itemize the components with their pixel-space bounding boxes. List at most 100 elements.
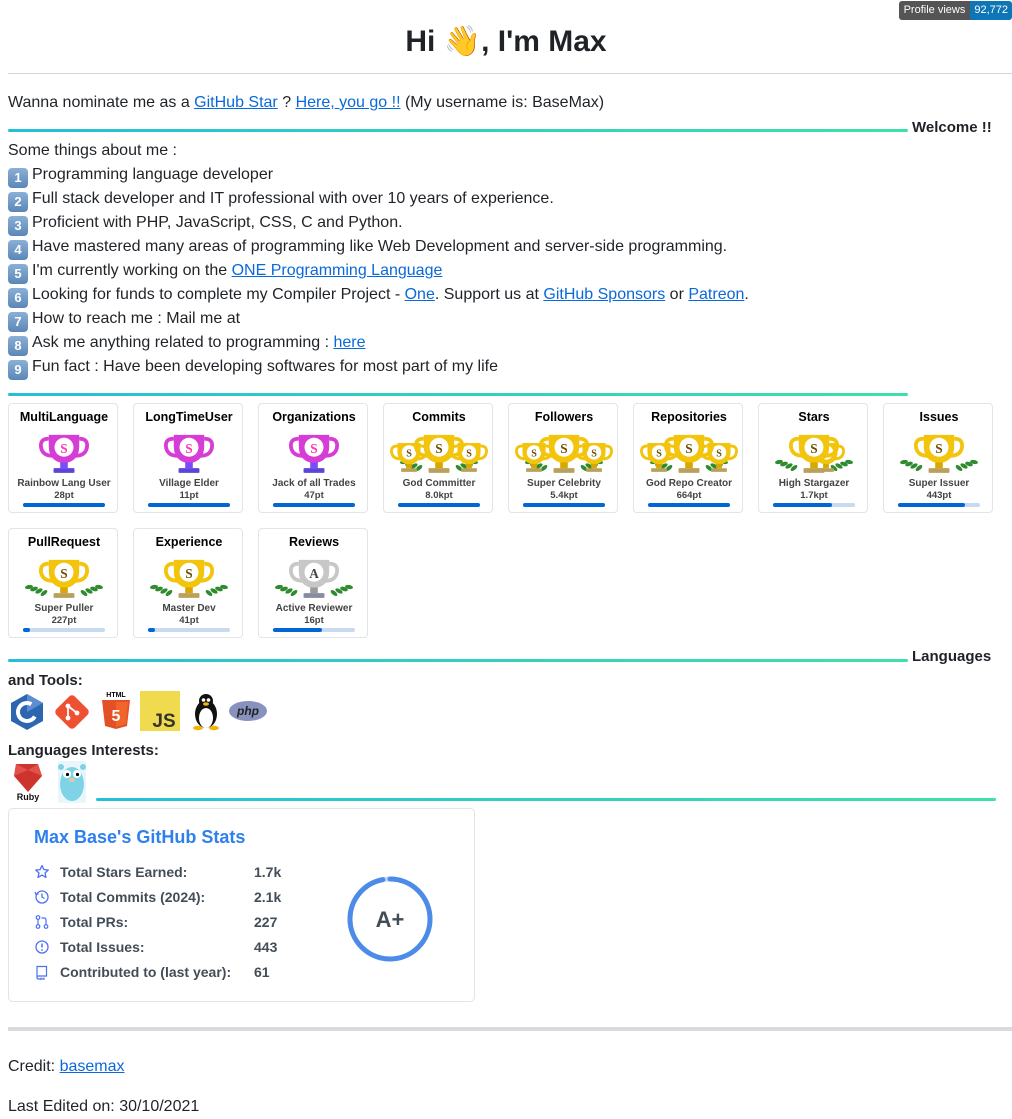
svg-text:S: S xyxy=(531,449,537,460)
about-item-text: How to reach me : Mail me at xyxy=(32,310,241,327)
trophy-title: Issues xyxy=(919,410,959,424)
trophy-progress xyxy=(148,503,230,507)
trophy-cup-icon: S xyxy=(25,559,103,598)
about-item-text: Proficient with PHP, JavaScript, CSS, C … xyxy=(32,214,403,231)
svg-text:S: S xyxy=(60,566,67,581)
trophy-progress-fill xyxy=(273,628,323,632)
trophy-points: 227pt xyxy=(51,615,77,626)
github-sponsors-link[interactable]: GitHub Sponsors xyxy=(543,286,665,303)
nominate-middle: ? xyxy=(277,94,296,111)
trophy-card-pullrequest[interactable]: PullRequest S Super Puller 227pt xyxy=(8,528,118,638)
stat-row-issues: Total Issues: 443 xyxy=(34,937,314,957)
svg-text:S: S xyxy=(185,566,192,581)
one-project-link[interactable]: One xyxy=(405,286,435,303)
rank-circle: A+ xyxy=(347,876,433,962)
trophy-title: PullRequest xyxy=(27,535,101,549)
trophy-points: 41pt xyxy=(179,615,199,626)
svg-text:HTML: HTML xyxy=(106,692,126,699)
stat-row-stars: Total Stars Earned: 1.7k xyxy=(34,862,314,882)
ruby-logo-icon[interactable]: Ruby xyxy=(12,762,44,802)
nominate-prefix: Wanna nominate me as a xyxy=(8,94,195,111)
trophy-progress-fill xyxy=(898,503,966,507)
credit-basemax-link[interactable]: basemax xyxy=(60,1058,125,1075)
keycap-3-icon: 3 xyxy=(8,216,28,236)
about-item-text: Full stack developer and IT professional… xyxy=(32,190,554,207)
about-item: 5 I'm currently working on the ONE Progra… xyxy=(8,259,442,284)
about-item-text: Have mastered many areas of programming … xyxy=(32,238,728,255)
svg-text:php: php xyxy=(236,704,259,718)
stat-label: Total PRs: xyxy=(60,914,129,930)
keycap-6-icon: 6 xyxy=(8,288,28,308)
github-stats-card[interactable]: Max Base's GitHub Stats Total Stars Earn… xyxy=(8,808,475,1002)
trophy-title: Experience xyxy=(155,535,223,549)
stat-value: 443 xyxy=(254,939,278,955)
trophy-points: 8.0kpt xyxy=(425,490,453,501)
php-logo-icon[interactable]: php xyxy=(228,699,268,723)
trophy-rank-name: Rainbow Lang User xyxy=(17,478,111,489)
keycap-1-icon: 1 xyxy=(8,168,28,188)
issue-icon xyxy=(35,940,49,954)
trophy-points: 664pt xyxy=(676,490,702,501)
trophy-rank-name: Active Reviewer xyxy=(275,603,353,614)
trophy-title: Organizations xyxy=(272,410,356,424)
footer-divider xyxy=(8,1027,1012,1031)
trophy-card-stars[interactable]: Stars S S High Stargazer 1.7k xyxy=(758,403,868,513)
stat-label: Total Commits (2024): xyxy=(60,889,206,905)
trophy-card-issues[interactable]: Issues S Super Issuer 443pt xyxy=(883,403,993,513)
keycap-9-icon: 9 xyxy=(8,360,28,380)
trophy-card-organizations[interactable]: Organizations S Jack of all Trades 47pt xyxy=(258,403,368,513)
ask-here-link[interactable]: here xyxy=(333,334,365,351)
stat-label: Total Issues: xyxy=(60,939,145,955)
tools-label: and Tools: xyxy=(8,672,83,689)
trophy-card-commits[interactable]: Commits S S S God Committer 8.0kpt xyxy=(383,403,493,513)
svg-text:S: S xyxy=(810,441,817,456)
trophy-rank-name: Super Celebrity xyxy=(527,478,601,489)
trophy-cup-icon: S xyxy=(164,434,214,473)
repo-icon xyxy=(36,965,48,980)
stat-row-contributed: Contributed to (last year): 61 xyxy=(34,962,314,982)
about-item-text: Fun fact : Have been developing software… xyxy=(32,358,498,375)
trophy-progress-fill xyxy=(523,503,605,507)
trophy-rank-name: Master Dev xyxy=(162,603,216,614)
trophy-rank-name: High Stargazer xyxy=(778,478,850,489)
go-gopher-icon[interactable] xyxy=(52,761,92,803)
trophy-points: 5.4kpt xyxy=(550,490,578,501)
svg-text:S: S xyxy=(560,441,567,456)
last-edited: Last Edited on: 30/10/2021 xyxy=(8,1098,200,1115)
trophy-card-experience[interactable]: Experience S Master Dev 41pt xyxy=(133,528,243,638)
nominate-here-link[interactable]: Here, you go !! xyxy=(296,94,401,111)
history-icon xyxy=(34,890,49,904)
svg-text:S: S xyxy=(435,441,442,456)
trophy-progress xyxy=(23,503,105,507)
profile-views-label: Profile views xyxy=(898,1,971,20)
welcome-label: Welcome !! xyxy=(912,119,992,136)
about-item-text: Looking for funds to complete my Compile… xyxy=(32,286,405,303)
trophy-card-reviews[interactable]: Reviews A Active Reviewer 16pt xyxy=(258,528,368,638)
about-item-text: . Support us at xyxy=(434,286,544,303)
trophy-card-repositories[interactable]: Repositories S S S God Repo Creator 664p… xyxy=(633,403,743,513)
trophy-card-followers[interactable]: Followers S S S Super Celebrity 5.4kpt xyxy=(508,403,618,513)
keycap-2-icon: 2 xyxy=(8,192,28,212)
html5-logo-icon[interactable]: HTML 5 xyxy=(98,690,136,729)
trophy-cup-icon: S S S xyxy=(515,434,613,473)
stat-value: 61 xyxy=(254,964,270,980)
trophy-card-longtimeuser[interactable]: LongTimeUser S Village Elder 11pt xyxy=(133,403,243,513)
patreon-link[interactable]: Patreon xyxy=(688,286,744,303)
about-item: 1 Programming language developer xyxy=(8,163,273,188)
one-language-link[interactable]: ONE Programming Language xyxy=(232,262,443,279)
stat-label: Total Stars Earned: xyxy=(60,864,188,880)
trophy-rank-name: Super Issuer xyxy=(908,478,970,489)
git-logo-icon[interactable] xyxy=(52,692,90,730)
about-item-text: Ask me anything related to programming : xyxy=(32,334,334,351)
ruby-label: Ruby xyxy=(17,792,40,802)
github-star-link[interactable]: GitHub Star xyxy=(194,94,278,111)
c-logo-icon[interactable] xyxy=(8,693,46,731)
javascript-logo-icon[interactable]: JS xyxy=(140,691,180,732)
trophy-cup-icon: S xyxy=(289,434,339,473)
trophy-rank-name: God Repo Creator xyxy=(645,478,733,489)
trophy-card-multilanguage[interactable]: MultiLanguage S Rainbow Lang User 28pt xyxy=(8,403,118,513)
linux-tux-icon[interactable] xyxy=(187,691,225,731)
stats-title: Max Base's GitHub Stats xyxy=(34,827,246,847)
trophy-progress-fill xyxy=(398,503,480,507)
trophy-points: 11pt xyxy=(179,490,199,501)
